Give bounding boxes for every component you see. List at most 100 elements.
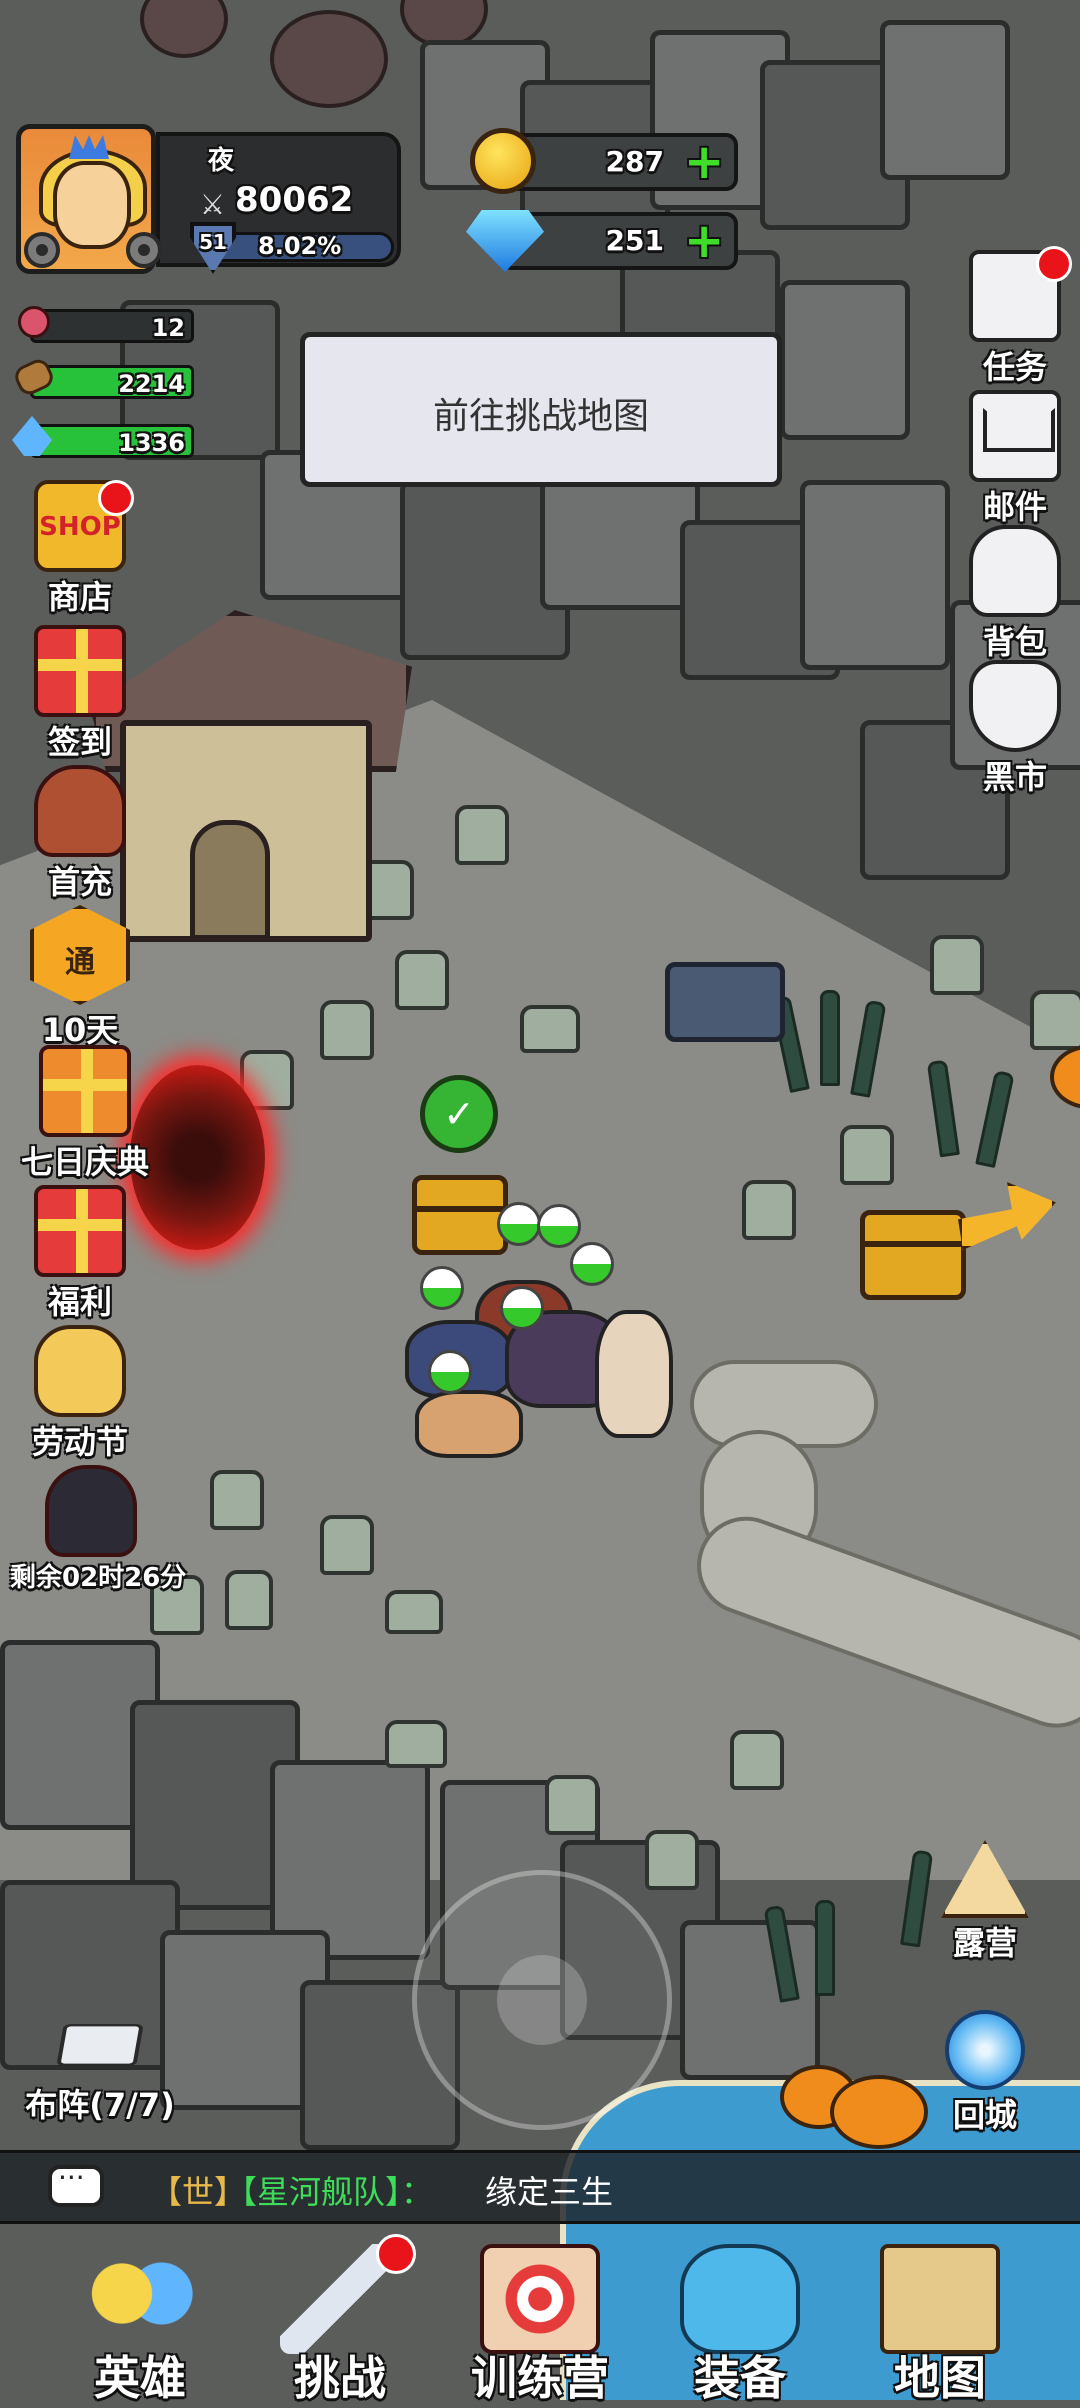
add-gold-plus-icon[interactable]: +	[684, 138, 724, 186]
gift-icon	[34, 625, 126, 717]
dead-grass	[820, 990, 840, 1086]
tombstone	[520, 1005, 580, 1053]
camp-label: 露营	[952, 1924, 1017, 1962]
side-item-checkin[interactable]: 签到	[20, 625, 140, 763]
tombstone	[840, 1125, 894, 1185]
side-item-labor-day[interactable]: 劳动节	[20, 1325, 140, 1463]
heroes-icon	[80, 2244, 200, 2354]
tombstone	[320, 1515, 374, 1575]
side-item-limited-timer[interactable]: 剩余02时26分	[10, 1465, 200, 1594]
side-item-black-market[interactable]: 黑市	[960, 660, 1070, 798]
add-diamond-plus-icon[interactable]: +	[684, 217, 724, 265]
tombstone	[645, 1830, 699, 1890]
side-item-backpack[interactable]: 背包	[960, 525, 1070, 663]
formation-label: 布阵(7/7)	[25, 2086, 175, 2124]
nav-training-camp[interactable]: 训练营	[450, 2230, 630, 2405]
dead-grass	[815, 1900, 835, 1996]
side-item-label: 黑市	[982, 758, 1047, 796]
nav-challenge[interactable]: 挑战	[250, 2230, 430, 2405]
tombstone	[545, 1775, 599, 1835]
nav-heroes[interactable]: 英雄	[50, 2230, 230, 2405]
rock	[680, 1920, 820, 2080]
side-item-label: 邮件	[982, 488, 1047, 526]
nav-label: 训练营	[471, 2351, 609, 2405]
side-item-welfare[interactable]: 福利	[20, 1185, 140, 1323]
meat-bar: 12	[30, 309, 194, 343]
board-game-icon	[56, 2024, 144, 2066]
tombstone	[225, 1570, 273, 1630]
meat-amount: 12	[151, 314, 185, 342]
chat-message: 缘定三生	[485, 2173, 614, 2211]
tombstone	[320, 1000, 374, 1060]
combat-power: 80062	[235, 180, 354, 220]
checkmark-icon[interactable]: ✓	[420, 1075, 498, 1153]
player-profile[interactable]: 夜 ⚔ 80062 51 8.02%	[16, 124, 401, 274]
meat-icon	[18, 306, 50, 338]
sack-icon	[969, 660, 1061, 752]
backpack-icon	[969, 525, 1061, 617]
rock	[880, 20, 1010, 180]
notification-badge	[98, 480, 134, 516]
bag-icon	[34, 1325, 126, 1417]
task-banner-text: 前往挑战地图	[432, 396, 649, 437]
rock	[800, 480, 950, 670]
chat-bar[interactable]: 【世】 【星河舰队】： 缘定三生	[0, 2150, 1080, 2224]
side-item-tasks[interactable]: 任务	[960, 246, 1072, 388]
nav-label: 挑战	[294, 2351, 386, 2405]
nav-label: 地图	[894, 2351, 986, 2405]
side-item-label: 背包	[982, 623, 1047, 661]
task-banner[interactable]: 前往挑战地图	[300, 332, 782, 487]
rock	[780, 280, 910, 440]
side-item-first-recharge[interactable]: 首充	[20, 765, 140, 903]
virtual-joystick[interactable]	[412, 1870, 672, 2130]
treasure-chest[interactable]	[860, 1210, 966, 1300]
tombstone	[385, 1720, 447, 1768]
hero-party	[395, 1202, 715, 1470]
joystick-knob[interactable]	[497, 1955, 587, 2045]
side-item-shop[interactable]: SHOP 商店	[20, 480, 140, 618]
gift-box-icon	[39, 1045, 131, 1137]
tent-icon	[941, 1840, 1029, 1918]
character-icon	[34, 765, 126, 857]
portal-swirl-icon	[945, 2010, 1025, 2090]
map-icon	[880, 2244, 1000, 2354]
diamond-amount: 251	[605, 224, 664, 257]
side-item-label: 七日庆典	[20, 1143, 149, 1181]
return-city-button[interactable]: 回城	[930, 2010, 1040, 2136]
side-item-label: 签到	[47, 723, 112, 761]
crystal-bar: 1336	[30, 424, 194, 458]
gift-icon	[34, 1185, 126, 1277]
gold-coin-icon	[470, 128, 536, 194]
tombstone	[455, 805, 509, 865]
side-item-label: 福利	[47, 1283, 112, 1321]
bottom-nav: 英雄 挑战 训练营 装备 地图	[0, 2230, 1080, 2405]
pass-icon: 通	[30, 905, 130, 1005]
tombstone	[1030, 990, 1080, 1050]
camp-button[interactable]: 露营	[930, 1840, 1040, 1964]
armor-icon	[680, 2244, 800, 2354]
formation-button[interactable]: 布阵(7/7)	[10, 2010, 190, 2126]
exp-percent: 8.02%	[258, 232, 342, 260]
crystal-amount: 1336	[118, 429, 185, 457]
coffin	[665, 962, 785, 1042]
nav-equipment[interactable]: 装备	[650, 2230, 830, 2405]
chat-sender: 【星河舰队】：	[225, 2173, 434, 2211]
tombstone	[210, 1470, 264, 1530]
settings-gear-icon[interactable]	[24, 232, 60, 268]
tombstone	[730, 1730, 784, 1790]
profile-panel: 夜 ⚔ 80062 51 8.02%	[156, 132, 401, 274]
chat-bubble-icon[interactable]	[48, 2161, 104, 2207]
player-name: 夜	[208, 146, 235, 176]
player-level: 51	[199, 230, 227, 254]
nav-map[interactable]: 地图	[850, 2230, 1030, 2405]
side-item-label: 劳动节	[31, 1423, 128, 1461]
wood-bar: 2214	[30, 365, 194, 399]
side-item-10-day-pass[interactable]: 通 10天	[20, 905, 140, 1051]
tombstone	[742, 1180, 796, 1240]
side-item-label: 商店	[47, 578, 112, 616]
notification-badge	[1036, 246, 1072, 282]
side-item-mail[interactable]: 邮件	[960, 390, 1070, 528]
tombstone	[395, 950, 449, 1010]
side-item-label: 剩余02时26分	[10, 1563, 187, 1593]
side-item-seven-day-festival[interactable]: 七日庆典	[10, 1045, 160, 1183]
